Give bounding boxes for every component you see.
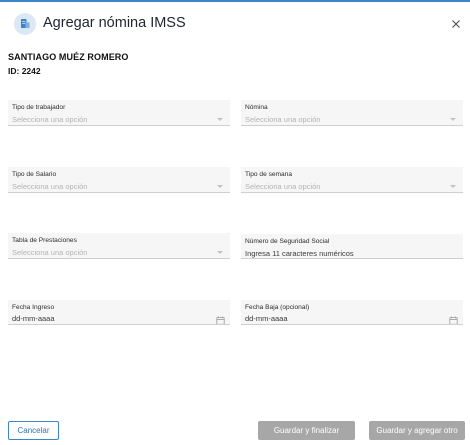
field-underline <box>241 192 463 193</box>
fecha-ingreso-label: Fecha Ingreso <box>12 304 55 311</box>
chevron-down-icon <box>217 251 223 254</box>
save-and-finish-button[interactable]: Guardar y finalizar <box>258 421 355 440</box>
employee-name: SANTIAGO MUÉZ ROMERO <box>8 52 129 62</box>
chevron-down-icon <box>450 185 456 188</box>
chevron-down-icon <box>217 118 223 121</box>
tabla-prestaciones-label: Tabla de Prestaciones <box>12 237 77 244</box>
fecha-baja-label: Fecha Baja (opcional) <box>245 304 310 311</box>
tipo-trabajador-label: Tipo de trabajador <box>12 104 66 111</box>
fecha-baja-input[interactable]: Fecha Baja (opcional) dd-mm-aaaa <box>241 300 463 325</box>
field-underline <box>241 125 463 126</box>
fecha-baja-placeholder: dd-mm-aaaa <box>245 314 288 323</box>
nomina-label: Nómina <box>245 104 268 111</box>
dialog-title: Agregar nómina IMSS <box>43 15 186 31</box>
tipo-semana-label: Tipo de semana <box>245 171 293 178</box>
tipo-salario-placeholder: Selecciona una opción <box>12 182 88 191</box>
tipo-semana-select[interactable]: Tipo de semana Selecciona una opción <box>241 167 463 193</box>
cancel-button[interactable]: Cancelar <box>8 421 59 440</box>
field-underline <box>241 324 463 325</box>
tipo-salario-label: Tipo de Salario <box>12 171 57 178</box>
field-underline <box>8 192 230 193</box>
tabla-prestaciones-select[interactable]: Tabla de Prestaciones Selecciona una opc… <box>8 233 230 259</box>
document-building-icon <box>14 13 36 35</box>
tipo-trabajador-placeholder: Selecciona una opción <box>12 115 88 124</box>
field-underline <box>8 258 230 259</box>
field-underline <box>8 125 230 126</box>
nss-placeholder: Ingresa 11 caracteres numéricos <box>245 249 354 258</box>
close-icon[interactable] <box>448 16 464 32</box>
dialog-header: Agregar nómina IMSS <box>0 2 470 46</box>
tabla-prestaciones-placeholder: Selecciona una opción <box>12 248 88 257</box>
tipo-semana-placeholder: Selecciona una opción <box>245 182 321 191</box>
employee-id: ID: 2242 <box>8 66 41 76</box>
field-underline <box>8 324 230 325</box>
calendar-icon[interactable] <box>449 312 458 325</box>
tipo-trabajador-select[interactable]: Tipo de trabajador Selecciona una opción <box>8 100 230 126</box>
chevron-down-icon <box>217 185 223 188</box>
save-and-add-another-button[interactable]: Guardar y agregar otro <box>369 421 465 440</box>
tipo-salario-select[interactable]: Tipo de Salario Selecciona una opción <box>8 167 230 193</box>
chevron-down-icon <box>450 118 456 121</box>
field-underline <box>241 258 463 259</box>
fecha-ingreso-placeholder: dd-mm-aaaa <box>12 314 55 323</box>
nss-input[interactable]: Número de Seguridad Social Ingresa 11 ca… <box>241 234 463 259</box>
calendar-icon[interactable] <box>216 312 225 325</box>
fecha-ingreso-input[interactable]: Fecha Ingreso dd-mm-aaaa <box>8 300 230 325</box>
nomina-placeholder: Selecciona una opción <box>245 115 321 124</box>
nomina-select[interactable]: Nómina Selecciona una opción <box>241 100 463 126</box>
nss-label: Número de Seguridad Social <box>245 238 330 245</box>
